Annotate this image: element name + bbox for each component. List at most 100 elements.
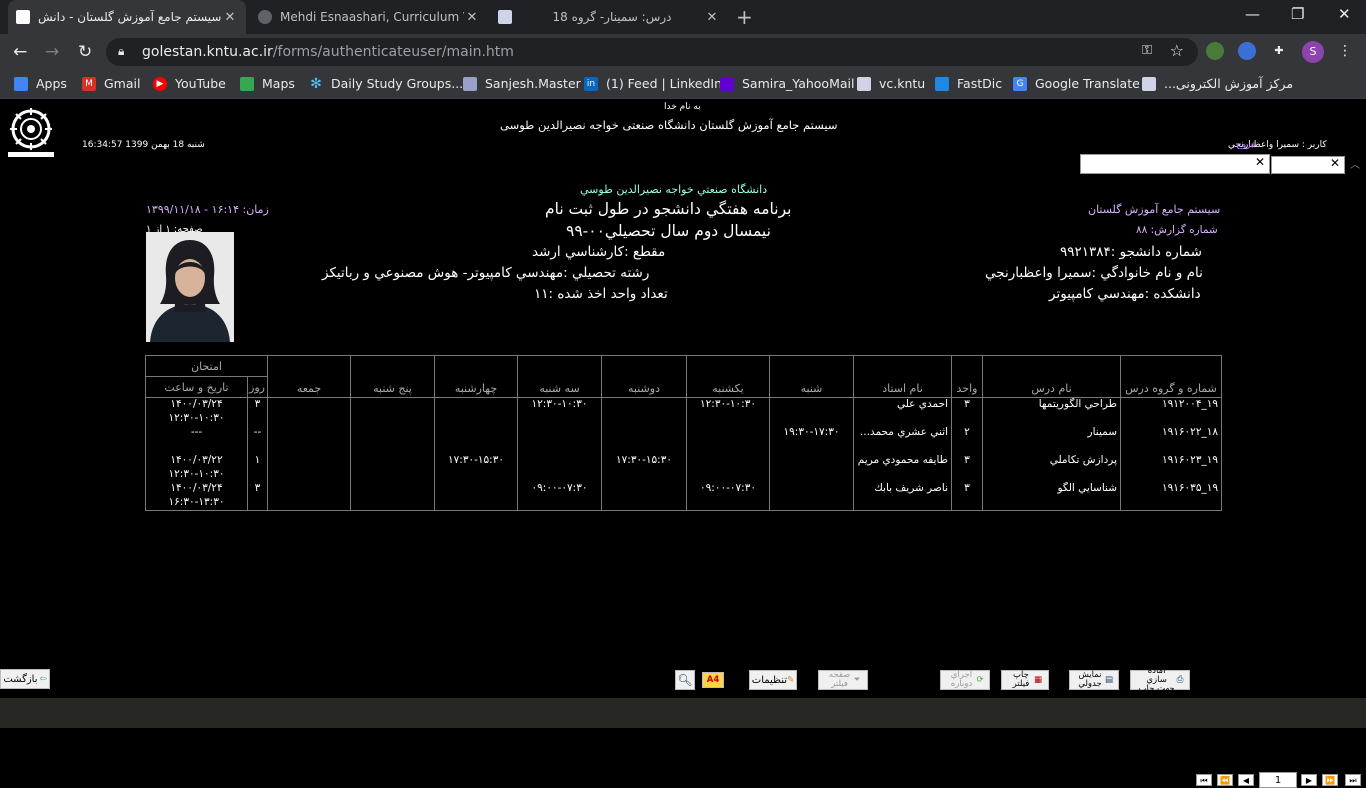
table-cell-empty: [267, 496, 351, 511]
table-cell-empty: [247, 440, 268, 454]
filter-page-button[interactable]: صفحه فيلتر ⏷: [818, 670, 868, 690]
schedule-table: شماره و گروه درس نام درس واحد نام استاد …: [145, 355, 1222, 511]
table-cell-empty: [434, 412, 518, 426]
col-wednesday: چهارشنبه: [434, 355, 518, 398]
bookmark-label: Apps: [36, 76, 67, 91]
zoom-button[interactable]: 🔍︎: [675, 670, 695, 690]
table-cell-code: ۱۹_۱۹۱۲۰۰۴: [1120, 397, 1222, 412]
table-cell-empty: [247, 412, 268, 426]
bookmark-yahoomail[interactable]: Samira_YahooMail: [720, 76, 854, 91]
system-title: سیستم جامع آموزش گلستان دانشگاه صنعتی خو…: [500, 118, 838, 132]
close-tab-icon[interactable]: ✕: [704, 10, 720, 25]
tab-title: سیستم جامع آموزش گلستان - دانش: [38, 10, 222, 24]
table-cell-empty: [350, 412, 435, 426]
table-cell-empty: [853, 440, 952, 454]
table-cell-empty: [267, 468, 351, 482]
rerun-button[interactable]: اجراي دوباره ⟳: [940, 670, 990, 690]
bookmark-label: FastDic: [957, 76, 1003, 91]
settings-button[interactable]: تنظيمات ✎: [749, 670, 797, 690]
profile-avatar[interactable]: S: [1302, 41, 1324, 63]
sanjesh-icon: [463, 76, 477, 91]
table-row: ۱۹_۱۹۱۲۰۰۴ طراحي الگوريتمها ۳ احمدي علي ۱۲:۳…: [145, 397, 1222, 412]
logout-link[interactable]: خروج: [1236, 140, 1257, 150]
asterisk-icon: ✻: [309, 75, 323, 92]
search-input[interactable]: ✕: [1080, 154, 1270, 174]
table-cell-empty: [267, 412, 351, 426]
page-number-input[interactable]: 1: [1259, 772, 1297, 788]
col-saturday: شنبه: [769, 355, 854, 398]
bookmark-google-translate[interactable]: G Google Translate: [1013, 76, 1140, 91]
bookmark-elearning[interactable]: مرکز آموزش الکترونی...: [1142, 76, 1293, 91]
col-exam: امتحان: [145, 355, 268, 377]
table-cell-empty: [982, 412, 1121, 426]
table-cell-instructor: اثني عشري محمد...: [853, 426, 952, 440]
globe-icon: [258, 10, 272, 24]
bookmark-daily-study[interactable]: ✻ Daily Study Groups...: [309, 76, 463, 91]
extensions-puzzle-icon[interactable]: ✚: [1270, 42, 1288, 60]
clear-icon[interactable]: ✕: [1330, 156, 1340, 170]
bookmark-fastdic[interactable]: FastDic: [935, 76, 1002, 91]
table-cell-fri: [267, 426, 351, 440]
col-course-name: نام درس: [982, 355, 1121, 398]
prev-block-button[interactable]: ⏪: [1217, 774, 1233, 786]
table-cell-thu: [350, 454, 435, 468]
print-filter-button[interactable]: چاپ فيلتر ▦: [1001, 670, 1049, 690]
chevron-up-icon[interactable]: ︿: [1350, 156, 1360, 171]
table-cell-empty: [1120, 496, 1222, 511]
prev-page-button[interactable]: ◀: [1238, 774, 1254, 786]
tab-golestan[interactable]: سیستم جامع آموزش گلستان - دانش ✕: [8, 0, 246, 34]
menu-kebab-icon[interactable]: ⋮: [1336, 42, 1354, 60]
extension-dictionary-icon[interactable]: [1206, 42, 1224, 60]
bookmark-sanjesh[interactable]: Sanjesh.Master: [463, 76, 581, 91]
lock-icon[interactable]: 🔒︎: [118, 44, 124, 59]
table-cell-tue: ۰۹:۰۰-۰۷:۳۰: [517, 482, 602, 496]
next-block-button[interactable]: ⏩: [1322, 774, 1338, 786]
clear-icon[interactable]: ✕: [1255, 155, 1265, 169]
bookmark-label: Samira_YahooMail: [742, 76, 855, 91]
ready-print-button[interactable]: آماده سازي جهت چاپ ⎙: [1130, 666, 1190, 693]
table-cell-sun: ۰۹:۰۰-۰۷:۳۰: [686, 482, 770, 496]
restore-icon[interactable]: ❐: [1291, 5, 1304, 23]
back-button[interactable]: بازگشت ⇦: [0, 669, 50, 689]
bookmark-youtube[interactable]: ▶ YouTube: [153, 76, 226, 91]
next-page-button[interactable]: ▶: [1301, 774, 1317, 786]
close-window-icon[interactable]: ✕: [1338, 5, 1351, 23]
bookmark-label: Gmail: [104, 76, 141, 91]
tab-seminar[interactable]: درس: سمینار- گروه 18 ✕: [490, 0, 728, 34]
student-units: تعداد واحد اخذ شده :۱۱: [534, 286, 668, 302]
table-cell-empty: [951, 440, 983, 454]
paper-size-label: A4: [706, 674, 720, 685]
last-page-button[interactable]: ⏭: [1345, 774, 1361, 786]
new-tab-icon[interactable]: +: [736, 5, 753, 29]
url-text: golestan.kntu.ac.ir/forms/authenticateus…: [142, 44, 514, 60]
table-icon: ▤: [1104, 674, 1114, 685]
table-view-button[interactable]: نمايش جدولي ▤: [1069, 670, 1119, 690]
bookmark-maps[interactable]: Maps: [240, 76, 295, 91]
bookmark-vc-kntu[interactable]: vc.kntu: [857, 76, 925, 91]
extension-shield-icon[interactable]: [1238, 42, 1256, 60]
bookmark-star-icon[interactable]: ☆: [1170, 41, 1184, 60]
close-tab-icon[interactable]: ✕: [222, 10, 238, 25]
tab-cv[interactable]: Mehdi Esnaashari, Curriculum Vit ✕: [250, 0, 488, 34]
forward-arrow-icon[interactable]: →: [45, 42, 59, 62]
table-cell-exam-time: ۱۲:۳۰-۱۰:۳۰: [145, 412, 248, 426]
close-tab-icon[interactable]: ✕: [464, 10, 480, 25]
minimize-icon[interactable]: —: [1245, 5, 1260, 23]
table-cell-empty: [601, 440, 687, 454]
table-cell-empty: [769, 412, 854, 426]
table-cell-empty: [517, 412, 602, 426]
key-icon[interactable]: ⚿: [1142, 43, 1152, 58]
table-cell-thu: [350, 397, 435, 412]
address-bar[interactable]: 🔒︎ golestan.kntu.ac.ir/forms/authenticat…: [106, 38, 1198, 66]
col-tuesday: سه شنبه: [517, 355, 602, 398]
bookmark-linkedin[interactable]: in (1) Feed | LinkedIn: [584, 76, 722, 91]
bookmark-apps[interactable]: Apps: [14, 76, 67, 91]
back-arrow-icon[interactable]: ←: [13, 42, 27, 62]
bookmark-gmail[interactable]: M Gmail: [82, 76, 140, 91]
table-row-continuation: ۱۶:۳۰-۱۳:۳۰: [145, 496, 1222, 511]
first-page-button[interactable]: ⏮: [1196, 774, 1212, 786]
paper-size-button[interactable]: A4: [702, 672, 724, 688]
golestan-favicon-icon: [16, 10, 30, 24]
reload-icon[interactable]: ↻: [78, 42, 92, 62]
filter-input[interactable]: ✕: [1271, 156, 1345, 174]
